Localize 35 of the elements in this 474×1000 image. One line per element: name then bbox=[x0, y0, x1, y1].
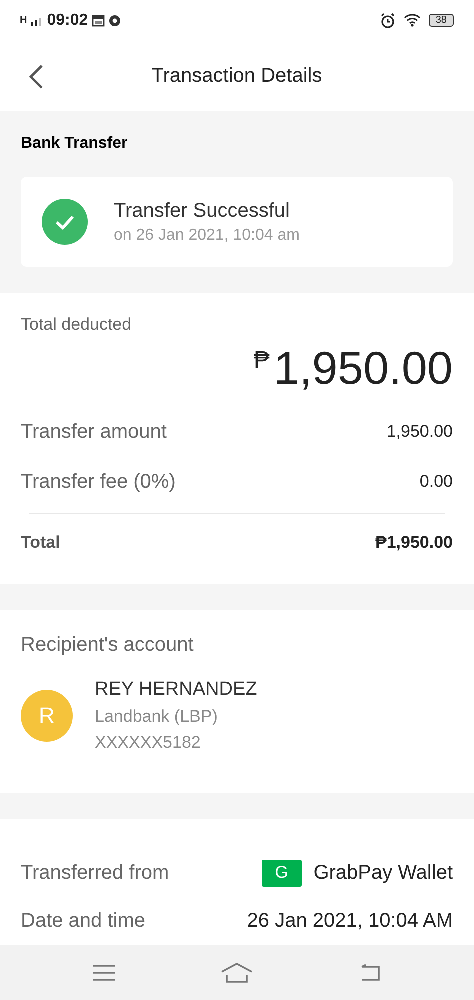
success-check-icon bbox=[42, 199, 88, 246]
recipient-account: XXXXXX5182 bbox=[95, 733, 202, 754]
detail-value: GrabPay Wallet bbox=[314, 862, 453, 885]
total-label: Total bbox=[21, 533, 60, 554]
total-deducted-label: Total deducted bbox=[21, 315, 133, 336]
detail-label: Transferred from bbox=[21, 862, 170, 885]
battery-indicator: 38 bbox=[428, 14, 454, 28]
recipient-avatar: R bbox=[21, 690, 73, 742]
page-title: Transaction Details bbox=[152, 65, 322, 88]
recipient-bank: Landbank (LBP) bbox=[95, 707, 219, 728]
section-title: Bank Transfer bbox=[21, 135, 129, 154]
alarm-icon bbox=[380, 12, 396, 29]
home-icon[interactable] bbox=[221, 962, 253, 983]
currency-symbol: ₱ bbox=[254, 347, 270, 376]
detail-label: Date and time bbox=[21, 910, 146, 933]
wifi-icon bbox=[404, 14, 421, 28]
amount-label: Transfer amount bbox=[21, 420, 167, 444]
amount-label: Transfer fee (0%) bbox=[21, 470, 176, 494]
amount-value: 0.00 bbox=[420, 472, 453, 492]
total-deducted-amount: 1,950.00 bbox=[274, 341, 453, 396]
network-type: H bbox=[20, 15, 28, 26]
total-value: ₱1,950.00 bbox=[375, 533, 453, 554]
amount-value: 1,950.00 bbox=[386, 422, 453, 442]
status-text: Transfer Successful bbox=[114, 200, 291, 223]
section-title: Recipient's account bbox=[21, 634, 195, 658]
signal-icon bbox=[31, 16, 44, 26]
back-icon[interactable] bbox=[359, 964, 381, 982]
detail-value: 26 Jan 2021, 10:04 AM bbox=[247, 910, 453, 933]
back-icon[interactable] bbox=[28, 64, 44, 90]
status-time: 09:02 bbox=[47, 12, 88, 30]
menu-icon[interactable] bbox=[93, 964, 115, 981]
wallet-logo: G bbox=[262, 860, 302, 887]
status-timestamp: on 26 Jan 2021, 10:04 am bbox=[114, 226, 300, 245]
calendar-icon bbox=[92, 14, 106, 28]
recipient-name: REY HERNANDEZ bbox=[95, 679, 258, 702]
